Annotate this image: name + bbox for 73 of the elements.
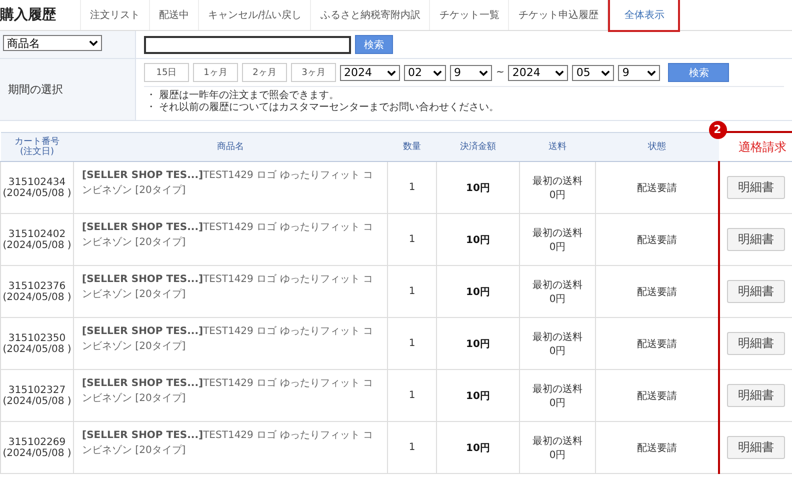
cart-number-cell: 315102269 (2024/05/08 ) xyxy=(0,422,74,474)
shipping-cell: 最初の送料 0円 xyxy=(520,370,596,422)
quantity-cell: 1 xyxy=(388,266,436,318)
tab[interactable]: 全体表示 xyxy=(608,0,680,32)
quantity-cell: 1 xyxy=(388,318,436,370)
chevron-icon xyxy=(601,70,610,76)
date-select[interactable]: 05 xyxy=(572,64,614,80)
cart-number-cell: 315102376 (2024/05/08 ) xyxy=(0,266,74,318)
statement-button[interactable]: 明細書 xyxy=(726,280,785,303)
period-button[interactable]: 2ヶ月 xyxy=(242,63,287,82)
column-header: カート番号 (注文日) xyxy=(0,132,74,162)
tab[interactable]: ふるさと納税寄附内訳 xyxy=(311,0,430,30)
quantity-cell: 1 xyxy=(388,214,436,266)
statement-button[interactable]: 明細書 xyxy=(726,436,785,459)
product-name-cell: [SELLER SHOP TES...]TEST1429 ロゴ ゆったりフィット コンビネゾン [20タイプ] xyxy=(74,318,388,370)
cart-number-cell: 315102327 (2024/05/08 ) xyxy=(0,370,74,422)
shipping-cell: 最初の送料 0円 xyxy=(520,214,596,266)
product-name-cell: [SELLER SHOP TES...]TEST1429 ロゴ ゆったりフィット コンビネゾン [20タイプ] xyxy=(74,422,388,474)
date-select[interactable]: 2024 xyxy=(508,64,568,80)
product-name-cell: [SELLER SHOP TES...]TEST1429 ロゴ ゆったりフィット コンビネゾン [20タイプ] xyxy=(74,162,388,214)
column-header: 決済金額 xyxy=(436,132,520,162)
amount-cell: 10円 xyxy=(436,422,520,474)
statement-button[interactable]: 明細書 xyxy=(726,332,785,355)
column-header: 商品名 xyxy=(74,132,388,162)
page-title: 購入履歴 xyxy=(0,0,81,30)
period-label: 期間の選択 xyxy=(8,82,63,97)
period-button[interactable]: 15日 xyxy=(144,63,189,82)
amount-cell: 10円 xyxy=(436,318,520,370)
annotation-badge: 2 xyxy=(708,121,726,139)
shipping-cell: 最初の送料 0円 xyxy=(520,422,596,474)
statement-button[interactable]: 明細書 xyxy=(726,228,785,251)
search-type-select[interactable]: 商品名 xyxy=(3,35,102,51)
product-name-cell: [SELLER SHOP TES...]TEST1429 ロゴ ゆったりフィット コンビネゾン [20タイプ] xyxy=(74,370,388,422)
product-name-cell: [SELLER SHOP TES...]TEST1429 ロゴ ゆったりフィット コンビネゾン [20タイプ] xyxy=(74,214,388,266)
quantity-cell: 1 xyxy=(388,370,436,422)
tab[interactable]: 注文リスト xyxy=(81,0,150,30)
column-header: 送料 xyxy=(520,132,596,162)
shipping-cell: 最初の送料 0円 xyxy=(520,162,596,214)
tab[interactable]: 配送中 xyxy=(150,0,199,30)
range-separator: ~ xyxy=(496,67,504,78)
note-text: ・ 履歴は一昨年の注文まで照会できます。 xyxy=(146,90,340,102)
date-select[interactable]: 02 xyxy=(404,64,446,80)
cart-number-cell: 315102434 (2024/05/08 ) xyxy=(0,162,74,214)
product-name-cell: [SELLER SHOP TES...]TEST1429 ロゴ ゆったりフィット コンビネゾン [20タイプ] xyxy=(74,266,388,318)
period-button[interactable]: 1ヶ月 xyxy=(193,63,238,82)
amount-cell: 10円 xyxy=(436,162,520,214)
column-header: 状態 xyxy=(596,132,718,162)
shipping-cell: 最初の送料 0円 xyxy=(520,318,596,370)
amount-cell: 10円 xyxy=(436,266,520,318)
cart-number-cell: 315102350 (2024/05/08 ) xyxy=(0,318,74,370)
tab[interactable]: キャンセル/払い戻し xyxy=(199,0,312,30)
shipping-cell: 最初の送料 0円 xyxy=(520,266,596,318)
statement-button[interactable]: 明細書 xyxy=(726,384,785,407)
chevron-icon xyxy=(387,70,396,76)
tab[interactable]: チケット一覧 xyxy=(430,0,510,30)
cart-number-cell: 315102402 (2024/05/08 ) xyxy=(0,214,74,266)
statement-button[interactable]: 明細書 xyxy=(726,176,785,199)
chevron-icon xyxy=(479,70,488,76)
note-text: ・ それ以前の履歴についてはカスタマーセンターまでお問い合わせください。 xyxy=(146,102,500,114)
chevron-icon xyxy=(89,40,98,46)
amount-cell: 10円 xyxy=(436,370,520,422)
date-select[interactable]: 9 xyxy=(618,64,660,80)
quantity-cell: 1 xyxy=(388,162,436,214)
chevron-icon xyxy=(647,70,656,76)
quantity-cell: 1 xyxy=(388,422,436,474)
chevron-icon xyxy=(433,70,442,76)
amount-cell: 10円 xyxy=(436,214,520,266)
column-header: 数量 xyxy=(388,132,436,162)
period-button[interactable]: 3ヶ月 xyxy=(291,63,336,82)
date-select[interactable]: 2024 xyxy=(340,64,400,80)
search-field[interactable] xyxy=(144,36,351,54)
date-select[interactable]: 9 xyxy=(450,64,492,80)
chevron-icon xyxy=(555,70,564,76)
